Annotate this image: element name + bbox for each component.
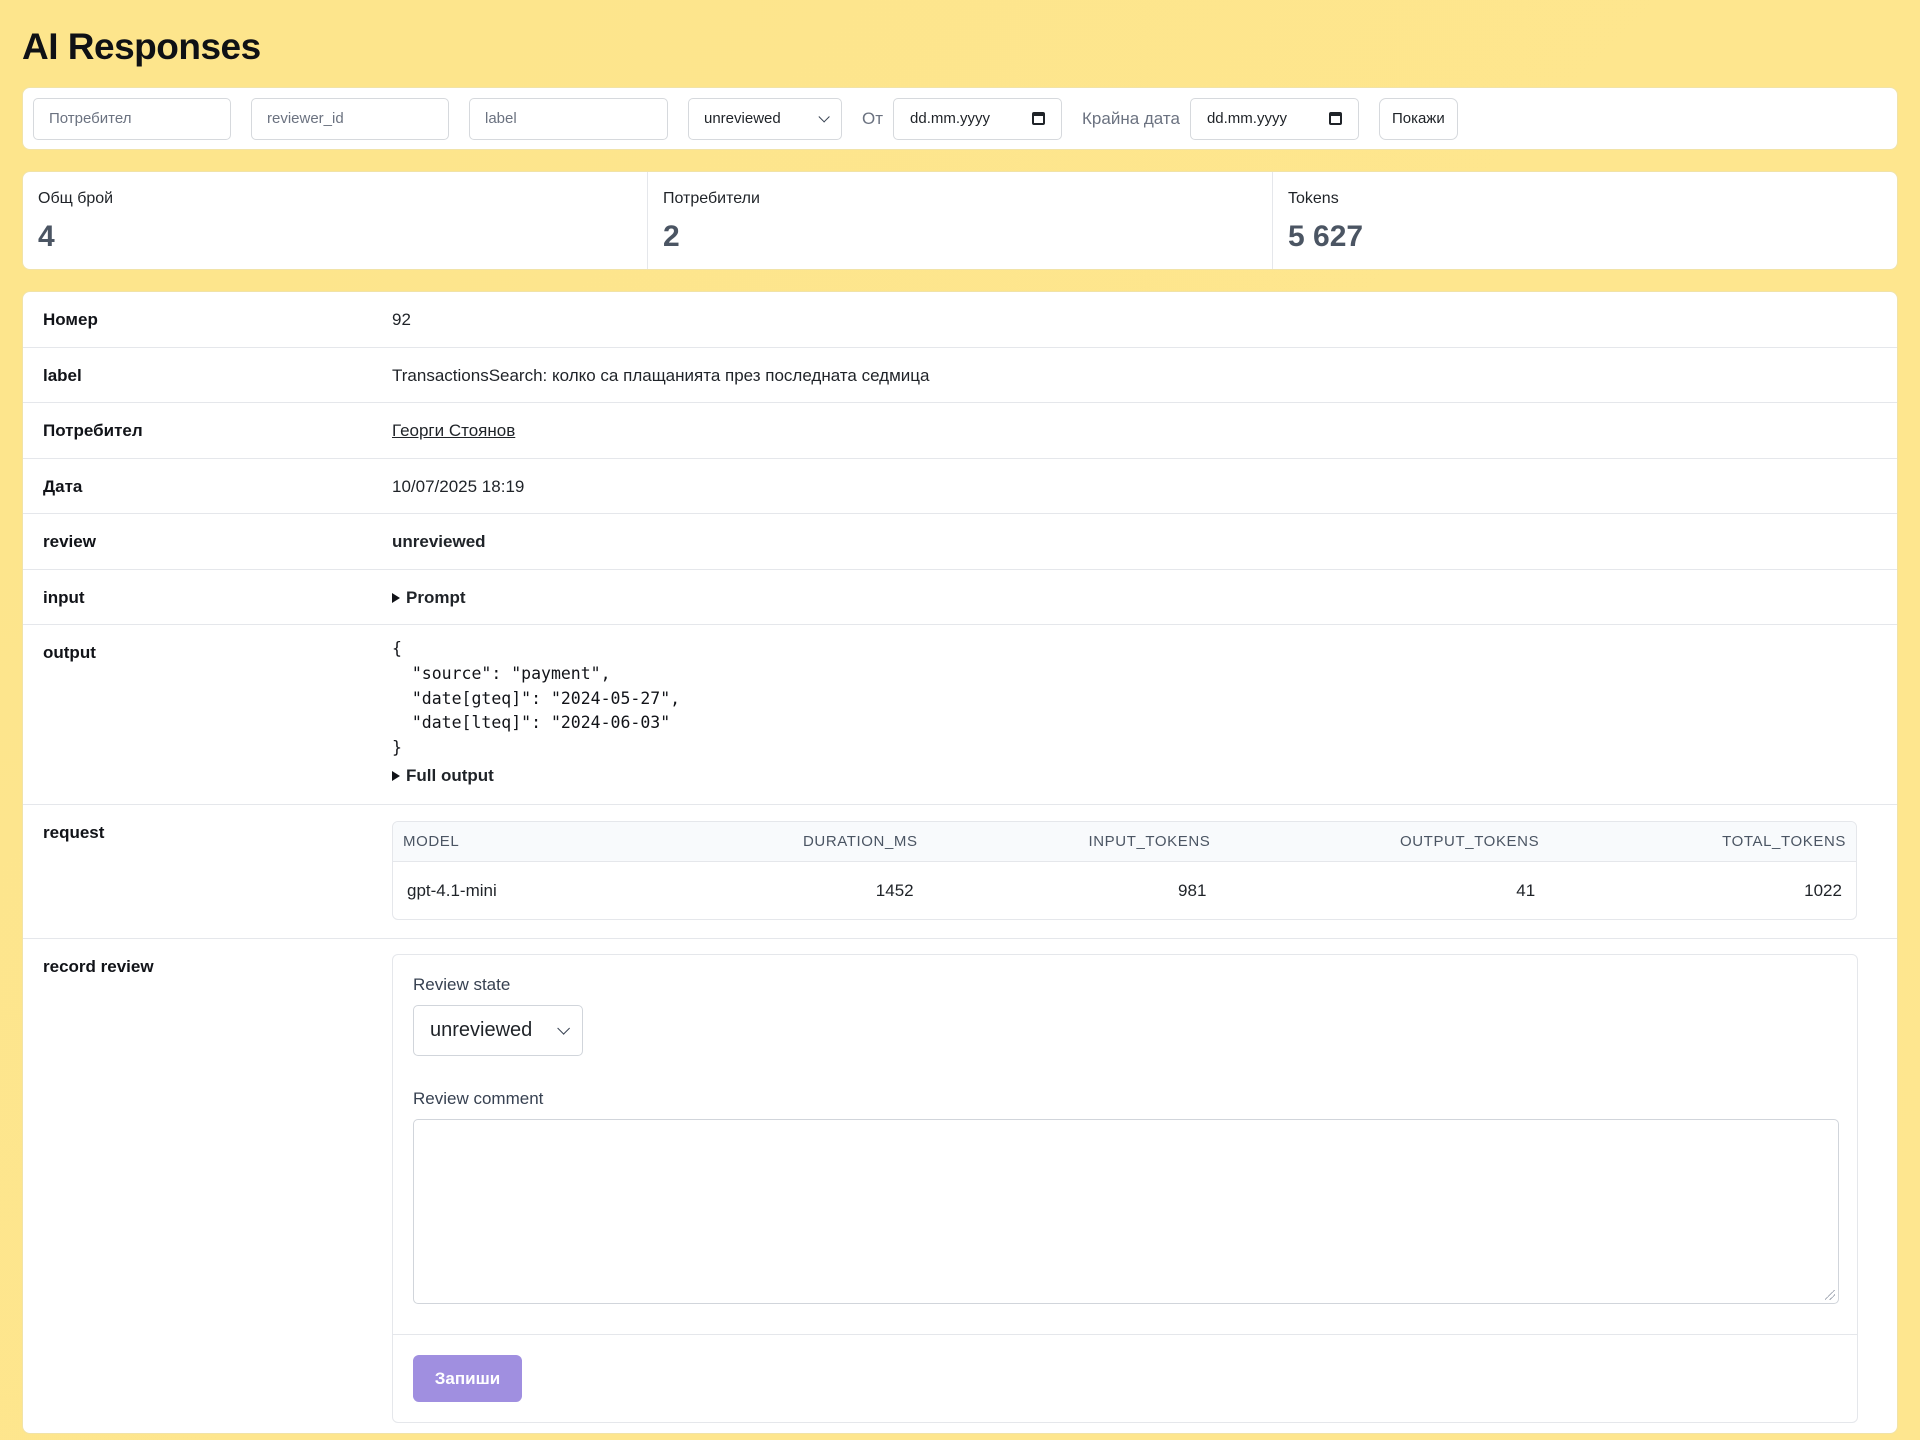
table-cell: 981 — [1178, 880, 1207, 900]
stat-value: 2 — [663, 220, 680, 253]
detail-key: request — [43, 823, 105, 842]
detail-key: input — [43, 587, 85, 607]
column-header: OUTPUT_TOKENS — [1399, 833, 1540, 850]
triangle-right-icon — [392, 592, 400, 603]
review-comment-label: Review comment — [413, 1089, 544, 1108]
table-cell: 1452 — [875, 880, 914, 900]
detail-row-request: request MODEL DURATION_MS INPUT_TOKENS O… — [23, 805, 1897, 939]
review-form-footer: Запиши — [393, 1334, 1857, 1422]
detail-row-input: input Prompt — [23, 570, 1897, 625]
detail-key: output — [43, 643, 96, 662]
output-json: { "source": "payment", "date[gteq]": "20… — [392, 639, 681, 758]
stat-value: 4 — [38, 220, 55, 253]
show-button[interactable]: Покажи — [1378, 97, 1458, 140]
review-form: Review state unreviewed Review comment З… — [392, 954, 1858, 1423]
detail-value: 92 — [392, 310, 411, 329]
prompt-disclosure[interactable]: Prompt — [392, 588, 1877, 608]
status-select-value: unreviewed — [704, 110, 781, 127]
label-filter-input[interactable]: label — [469, 97, 668, 140]
resize-grip-icon[interactable] — [1825, 1290, 1835, 1300]
table-cell: 41 — [1516, 880, 1536, 900]
calendar-icon[interactable] — [1328, 112, 1342, 125]
to-date-value: dd.mm.yyyy — [1206, 110, 1287, 127]
review-state-label: Review state — [413, 975, 511, 994]
to-date-input[interactable]: dd.mm.yyyy — [1189, 97, 1359, 140]
detail-row-label: label TransactionsSearch: колко са плаща… — [23, 348, 1897, 403]
full-output-disclosure[interactable]: Full output — [392, 766, 1877, 786]
to-label: Крайна дата — [1082, 108, 1180, 128]
save-button[interactable]: Запиши — [413, 1355, 522, 1402]
detail-key: review — [43, 532, 96, 551]
detail-row-user: Потребител Георги Стоянов — [23, 403, 1897, 459]
stat-label: Tokens — [1288, 190, 1339, 207]
from-date-value: dd.mm.yyyy — [910, 110, 991, 127]
detail-key: label — [43, 365, 82, 385]
detail-row-review: review unreviewed — [23, 514, 1897, 570]
triangle-right-icon — [392, 770, 400, 781]
table-cell: 1022 — [1804, 880, 1842, 900]
user-filter-input[interactable]: Потребител — [33, 97, 231, 140]
review-comment-textarea[interactable] — [413, 1119, 1839, 1304]
full-output-label: Full output — [406, 765, 494, 785]
stat-tokens: Tokens 5 627 — [1273, 172, 1897, 269]
detail-row-date: Дата 10/07/2025 18:19 — [23, 459, 1897, 514]
from-date-input[interactable]: dd.mm.yyyy — [893, 97, 1063, 140]
chevron-down-icon — [557, 1022, 570, 1035]
reviewer-id-input[interactable]: reviewer_id — [251, 97, 449, 140]
table-cell: gpt-4.1-mini — [407, 880, 497, 900]
stats-panel: Общ брой 4 Потребители 2 Tokens 5 627 — [22, 171, 1898, 270]
stat-total: Общ брой 4 — [23, 172, 648, 269]
filter-bar: Потребител reviewer_id label unreviewed … — [22, 87, 1898, 150]
column-header: MODEL — [403, 833, 460, 850]
request-table: MODEL DURATION_MS INPUT_TOKENS OUTPUT_TO… — [392, 821, 1857, 920]
prompt-summary-label: Prompt — [406, 587, 466, 607]
detail-value: TransactionsSearch: колко са плащанията … — [392, 365, 930, 385]
review-status: unreviewed — [392, 532, 486, 551]
detail-key: Номер — [43, 310, 98, 329]
table-header: MODEL DURATION_MS INPUT_TOKENS OUTPUT_TO… — [393, 822, 1856, 862]
column-header: DURATION_MS — [802, 833, 918, 850]
detail-row-record-review: record review Review state unreviewed Re… — [23, 939, 1897, 1423]
column-header: INPUT_TOKENS — [1088, 833, 1211, 850]
detail-key: Дата — [43, 476, 83, 496]
page-title: AI Responses — [22, 26, 261, 67]
column-header: TOTAL_TOKENS — [1722, 833, 1846, 850]
review-state-select[interactable]: unreviewed — [413, 1005, 583, 1056]
status-select[interactable]: unreviewed — [688, 97, 842, 140]
detail-key: record review — [43, 957, 154, 976]
review-state-value: unreviewed — [430, 1019, 533, 1041]
detail-value: 10/07/2025 18:19 — [392, 476, 525, 496]
stat-label: Потребители — [663, 190, 760, 207]
from-label: От — [862, 108, 884, 128]
chevron-down-icon — [818, 110, 830, 123]
user-link[interactable]: Георги Стоянов — [392, 421, 515, 440]
stat-label: Общ брой — [38, 190, 114, 207]
calendar-icon[interactable] — [1032, 112, 1046, 125]
detail-row-number: Номер 92 — [23, 292, 1897, 348]
stat-value: 5 627 — [1288, 220, 1364, 253]
response-details: Номер 92 label TransactionsSearch: колко… — [22, 291, 1898, 1434]
table-row: gpt-4.1-mini 1452 981 41 1022 — [393, 862, 1856, 919]
detail-key: Потребител — [43, 421, 143, 440]
detail-row-output: output { "source": "payment", "date[gteq… — [23, 625, 1897, 805]
stat-users: Потребители 2 — [648, 172, 1273, 269]
